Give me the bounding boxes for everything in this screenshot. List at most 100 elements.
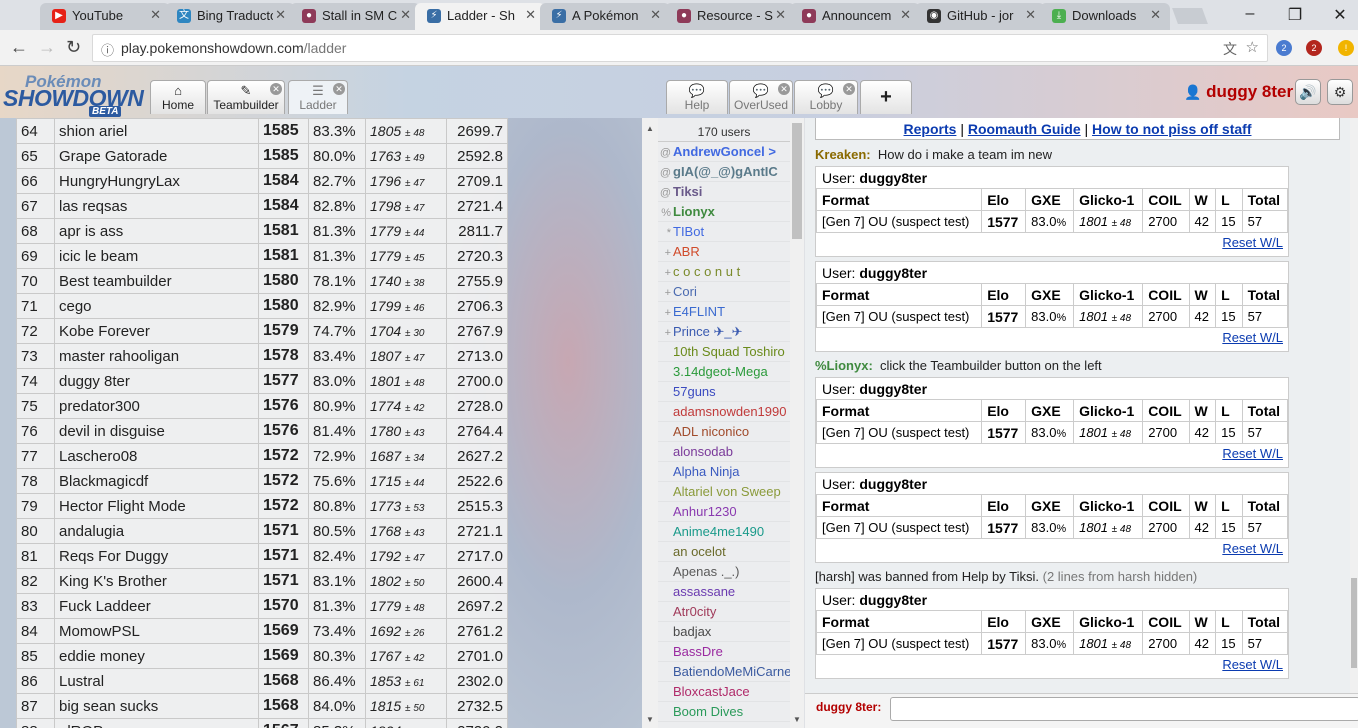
player-name-cell[interactable]: MomowPSL (54, 618, 259, 644)
ladder-row[interactable]: 74 duggy 8ter 1577 83.0% 1801 ± 48 2700.0 (16, 368, 508, 394)
forward-arrow-icon[interactable]: → (38, 37, 56, 58)
rank-card-username[interactable]: duggy8ter (859, 170, 927, 186)
chat-scroll-thumb[interactable] (1351, 578, 1357, 668)
new-tab-button[interactable] (1172, 8, 1208, 24)
userlist-item[interactable]: Apenas ._.) (658, 562, 790, 582)
userlist-item[interactable]: + Prince ✈_✈ (658, 322, 790, 342)
room-tab-home[interactable]: ⌂ Home (150, 80, 206, 114)
room-tab-help[interactable]: 💬 Help (666, 80, 728, 114)
ladder-row[interactable]: 77 Laschero08 1572 72.9% 1687 ± 34 2627.2 (16, 443, 508, 469)
player-name-cell[interactable]: Kobe Forever (54, 318, 259, 344)
add-room-button[interactable]: + (860, 80, 912, 114)
scroll-down-icon[interactable]: ▼ (646, 715, 654, 724)
ladder-row[interactable]: 64 shion ariel 1585 83.3% 1805 ± 48 2699.7 (16, 118, 508, 144)
player-name-cell[interactable]: Blackmagicdf (54, 468, 259, 494)
userlist-item[interactable]: Atr0city (658, 602, 790, 622)
close-tab-icon[interactable]: ✕ (150, 7, 161, 23)
close-room-icon[interactable]: ✕ (778, 83, 790, 95)
alert-icon[interactable]: ! (1338, 40, 1354, 56)
reset-wl-link[interactable]: Reset W/L (1222, 541, 1283, 556)
player-name-cell[interactable]: eddie money (54, 643, 259, 669)
ladder-row[interactable]: 69 icic le beam 1581 81.3% 1779 ± 45 2720.3 (16, 243, 508, 269)
url-input[interactable]: ⓘ play.pokemonshowdown.com/ladder 文 ☆ (92, 34, 1268, 62)
userlist-item[interactable]: 10th Squad Toshiro (658, 342, 790, 362)
player-name-cell[interactable]: cego (54, 293, 259, 319)
userlist-item[interactable]: an ocelot (658, 542, 790, 562)
userlist-item[interactable]: assassane (658, 582, 790, 602)
player-name-cell[interactable]: HungryHungryLax (54, 168, 259, 194)
ladder-row[interactable]: 72 Kobe Forever 1579 74.7% 1704 ± 30 2767.9 (16, 318, 508, 344)
close-tab-icon[interactable]: ✕ (650, 7, 661, 23)
reset-wl-link[interactable]: Reset W/L (1222, 235, 1283, 250)
room-tab-ladder[interactable]: ☰ Ladder ✕ (288, 80, 348, 114)
chat-input[interactable] (890, 697, 1358, 721)
userlist-item[interactable]: 3.14dgeot-Mega (658, 362, 790, 382)
userlist-item[interactable]: badjax (658, 622, 790, 642)
userlist-item[interactable]: Anhur1230 (658, 502, 790, 522)
sound-icon[interactable]: 🔊 (1295, 79, 1321, 105)
player-name-cell[interactable]: icic le beam (54, 243, 259, 269)
player-name-cell[interactable]: master rahooligan (54, 343, 259, 369)
close-window-icon[interactable]: ✕ (1330, 5, 1350, 25)
player-name-cell[interactable]: las reqsas (54, 193, 259, 219)
chat-username[interactable]: %Lionyx: (815, 358, 873, 373)
player-name-cell[interactable]: Lustral (54, 668, 259, 694)
browser-tab[interactable]: ⚡ Ladder - Sh ✕ (415, 3, 545, 30)
chat-username[interactable]: Kreaken: (815, 147, 871, 162)
close-room-icon[interactable]: ✕ (333, 83, 345, 95)
browser-tab[interactable]: ▶ YouTube ✕ (40, 3, 170, 30)
back-arrow-icon[interactable]: ← (10, 37, 28, 58)
rank-card-username[interactable]: duggy8ter (859, 592, 927, 608)
roomauth-guide-link[interactable]: Roomauth Guide (968, 121, 1081, 137)
ladder-scrollbar[interactable]: ▲ ▼ (642, 118, 658, 728)
close-room-icon[interactable]: ✕ (843, 83, 855, 95)
userlist-item[interactable]: % Lionyx (658, 202, 790, 222)
rank-card-username[interactable]: duggy8ter (859, 476, 927, 492)
close-tab-icon[interactable]: ✕ (775, 7, 786, 23)
settings-gear-icon[interactable]: ⚙ (1327, 79, 1353, 105)
browser-tab[interactable]: ● Stall in SM C ✕ (290, 3, 420, 30)
username-display[interactable]: 👤 duggy 8ter (1184, 82, 1293, 102)
userlist-item[interactable]: @ gIA(@_@)gAntIC (658, 162, 790, 182)
userlist-item[interactable]: * TIBot (658, 222, 790, 242)
close-tab-icon[interactable]: ✕ (900, 7, 911, 23)
userlist-item[interactable]: BassDre (658, 642, 790, 662)
player-name-cell[interactable]: Grape Gatorade (54, 143, 259, 169)
userlist-item[interactable]: Altariel von Sweep (658, 482, 790, 502)
staff-guide-link[interactable]: How to not piss off staff (1092, 121, 1251, 137)
close-tab-icon[interactable]: ✕ (1150, 7, 1161, 23)
player-name-cell[interactable]: apr is ass (54, 218, 259, 244)
userlist-item[interactable]: 57guns (658, 382, 790, 402)
player-name-cell[interactable]: shion ariel (54, 118, 259, 144)
close-tab-icon[interactable]: ✕ (400, 7, 411, 23)
ladder-row[interactable]: 82 King K's Brother 1571 83.1% 1802 ± 50 2600… (16, 568, 508, 594)
ublock-icon[interactable]: 2 (1306, 40, 1322, 56)
reset-wl-link[interactable]: Reset W/L (1222, 330, 1283, 345)
player-name-cell[interactable]: King K's Brother (54, 568, 259, 594)
player-name-cell[interactable]: Best teambuilder (54, 268, 259, 294)
ladder-row[interactable]: 71 cego 1580 82.9% 1799 ± 46 2706.3 (16, 293, 508, 319)
room-tab-overused[interactable]: 💬 OverUsed ✕ (729, 80, 793, 114)
room-tab-lobby[interactable]: 💬 Lobby ✕ (794, 80, 858, 114)
ladder-row[interactable]: 80 andalugia 1571 80.5% 1768 ± 43 2721.1 (16, 518, 508, 544)
ladder-row[interactable]: 81 Reqs For Duggy 1571 82.4% 1792 ± 47 2717.0 (16, 543, 508, 569)
ladder-row[interactable]: 83 Fuck Laddeer 1570 81.3% 1779 ± 48 2697.2 (16, 593, 508, 619)
browser-tab[interactable]: ⤓ Downloads ✕ (1040, 3, 1170, 30)
ladder-row[interactable]: 78 Blackmagicdf 1572 75.6% 1715 ± 44 2522.6 (16, 468, 508, 494)
translate-icon[interactable]: 文 (1223, 39, 1237, 59)
userlist-item[interactable]: + E4FLINT (658, 302, 790, 322)
showdown-logo[interactable]: Pokémon SHOWDOWN BETA (3, 72, 144, 117)
reset-wl-link[interactable]: Reset W/L (1222, 657, 1283, 672)
restore-icon[interactable]: ❐ (1285, 5, 1305, 25)
ladder-row[interactable]: 70 Best teambuilder 1580 78.1% 1740 ± 38 2755… (16, 268, 508, 294)
player-name-cell[interactable]: Hector Flight Mode (54, 493, 259, 519)
scroll-down-icon[interactable]: ▼ (793, 715, 801, 724)
ladder-row[interactable]: 87 big sean sucks 1568 84.0% 1815 ± 50 2732.5 (16, 693, 508, 719)
ladder-row[interactable]: 76 devil in disguise 1576 81.4% 1780 ± 43 276… (16, 418, 508, 444)
info-icon[interactable]: ⓘ (101, 40, 114, 59)
minimize-icon[interactable]: – (1240, 5, 1260, 23)
close-room-icon[interactable]: ✕ (270, 83, 282, 95)
rank-card-username[interactable]: duggy8ter (859, 265, 927, 281)
player-name-cell[interactable]: Reqs For Duggy (54, 543, 259, 569)
reset-wl-link[interactable]: Reset W/L (1222, 446, 1283, 461)
